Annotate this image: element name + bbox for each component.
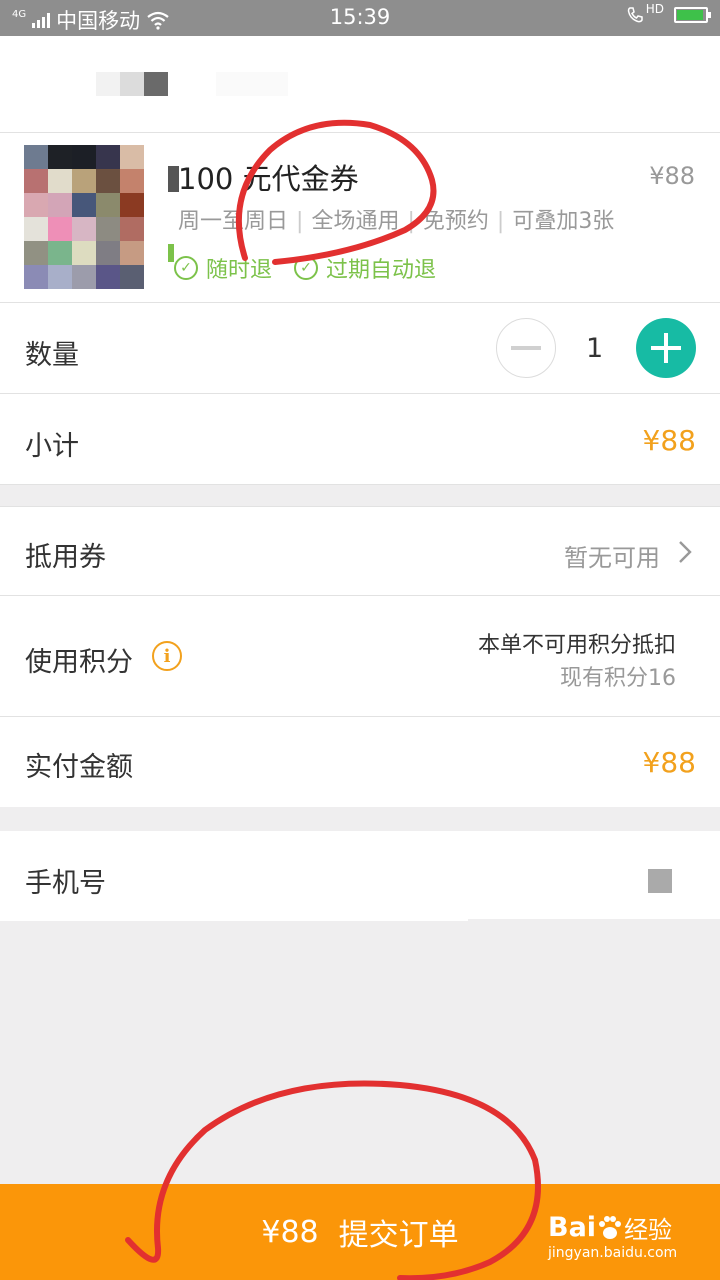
product-tags: 周一至周日 | 全场通用 | 免预约 | 可叠加3张 (178, 203, 614, 235)
phone-row-edge (468, 919, 720, 921)
badge-auto-refund: 过期自动退 (326, 258, 437, 283)
points-balance: 现有积分16 (560, 666, 676, 691)
submit-price: ¥88 (261, 1214, 319, 1250)
points-label: 使用积分 (25, 647, 133, 678)
quantity-row: 数量 1 (0, 303, 720, 393)
paid-label: 实付金额 (25, 752, 133, 783)
divider (0, 484, 720, 485)
check-icon: ✓ (294, 256, 319, 280)
header-obscured-block (120, 72, 144, 96)
tag-separator: | (296, 209, 304, 234)
phone-label: 手机号 (25, 868, 106, 899)
coupon-row[interactable]: 抵用券 暂无可用 (0, 507, 720, 595)
header-obscured-faint (216, 72, 288, 96)
tag-scope: 全场通用 (311, 209, 400, 234)
tag-separator: | (496, 209, 505, 234)
badge-refund-anytime: 随时退 (206, 258, 273, 283)
call-icon: HD (626, 2, 664, 24)
watermark-brand: Bai (548, 1212, 597, 1243)
quantity-label: 数量 (25, 340, 79, 371)
status-bar: 4G 中国移动 15:39 HD (0, 0, 720, 36)
check-icon: ✓ (174, 256, 198, 280)
points-unavailable: 本单不可用积分抵扣 (477, 633, 676, 658)
minus-icon (511, 346, 541, 350)
info-icon[interactable]: i (152, 641, 182, 671)
paid-value: ¥88 (642, 746, 696, 779)
page-header (0, 36, 720, 132)
header-obscured-title (96, 72, 120, 96)
product-price: ¥88 (649, 162, 695, 190)
minus-button[interactable] (496, 318, 556, 378)
chevron-right-icon (679, 541, 692, 563)
submit-label: 提交订单 (338, 1218, 459, 1253)
tag-stack: 可叠加3张 (512, 209, 615, 234)
baidu-watermark: Bai 经验 jingyan.baidu.com (548, 1210, 677, 1261)
product-badges: ✓ 随时退 ✓ 过期自动退 (174, 252, 436, 284)
battery-icon (674, 7, 711, 23)
paw-icon (599, 1215, 622, 1239)
subtotal-label: 小计 (25, 431, 79, 462)
watermark-url: jingyan.baidu.com (548, 1245, 678, 1261)
info-glyph: i (163, 645, 171, 667)
watermark-brand2: 经验 (624, 1216, 673, 1244)
status-right: HD (626, 2, 711, 24)
plus-button[interactable] (636, 318, 696, 378)
subtotal-value: ¥88 (642, 424, 696, 457)
coupon-status: 暂无可用 (564, 544, 660, 572)
header-obscured-block-dark (144, 72, 168, 96)
subtotal-row: 小计 ¥88 (0, 394, 720, 484)
tag-separator: | (407, 209, 415, 234)
divider-top (0, 132, 720, 133)
points-row: 使用积分 i 本单不可用积分抵扣 现有积分16 (0, 596, 720, 716)
tag-reservation: 免预约 (422, 209, 489, 234)
plus-icon (651, 333, 681, 363)
hd-label: HD (645, 2, 664, 16)
quantity-value[interactable]: 1 (586, 333, 603, 364)
tag-days: 周一至周日 (178, 209, 289, 234)
clock: 15:39 (329, 5, 391, 29)
product-title: 100 元代金券 (178, 162, 359, 196)
phone-value-obscured (648, 869, 672, 893)
phone-row[interactable]: 手机号 (0, 831, 720, 921)
product-thumbnail (24, 145, 144, 290)
submit-bar: ¥88 提交订单 Bai 经验 jingyan.baidu.com (0, 1184, 720, 1280)
paid-row: 实付金额 ¥88 (0, 717, 720, 807)
coupon-label: 抵用券 (25, 542, 106, 573)
